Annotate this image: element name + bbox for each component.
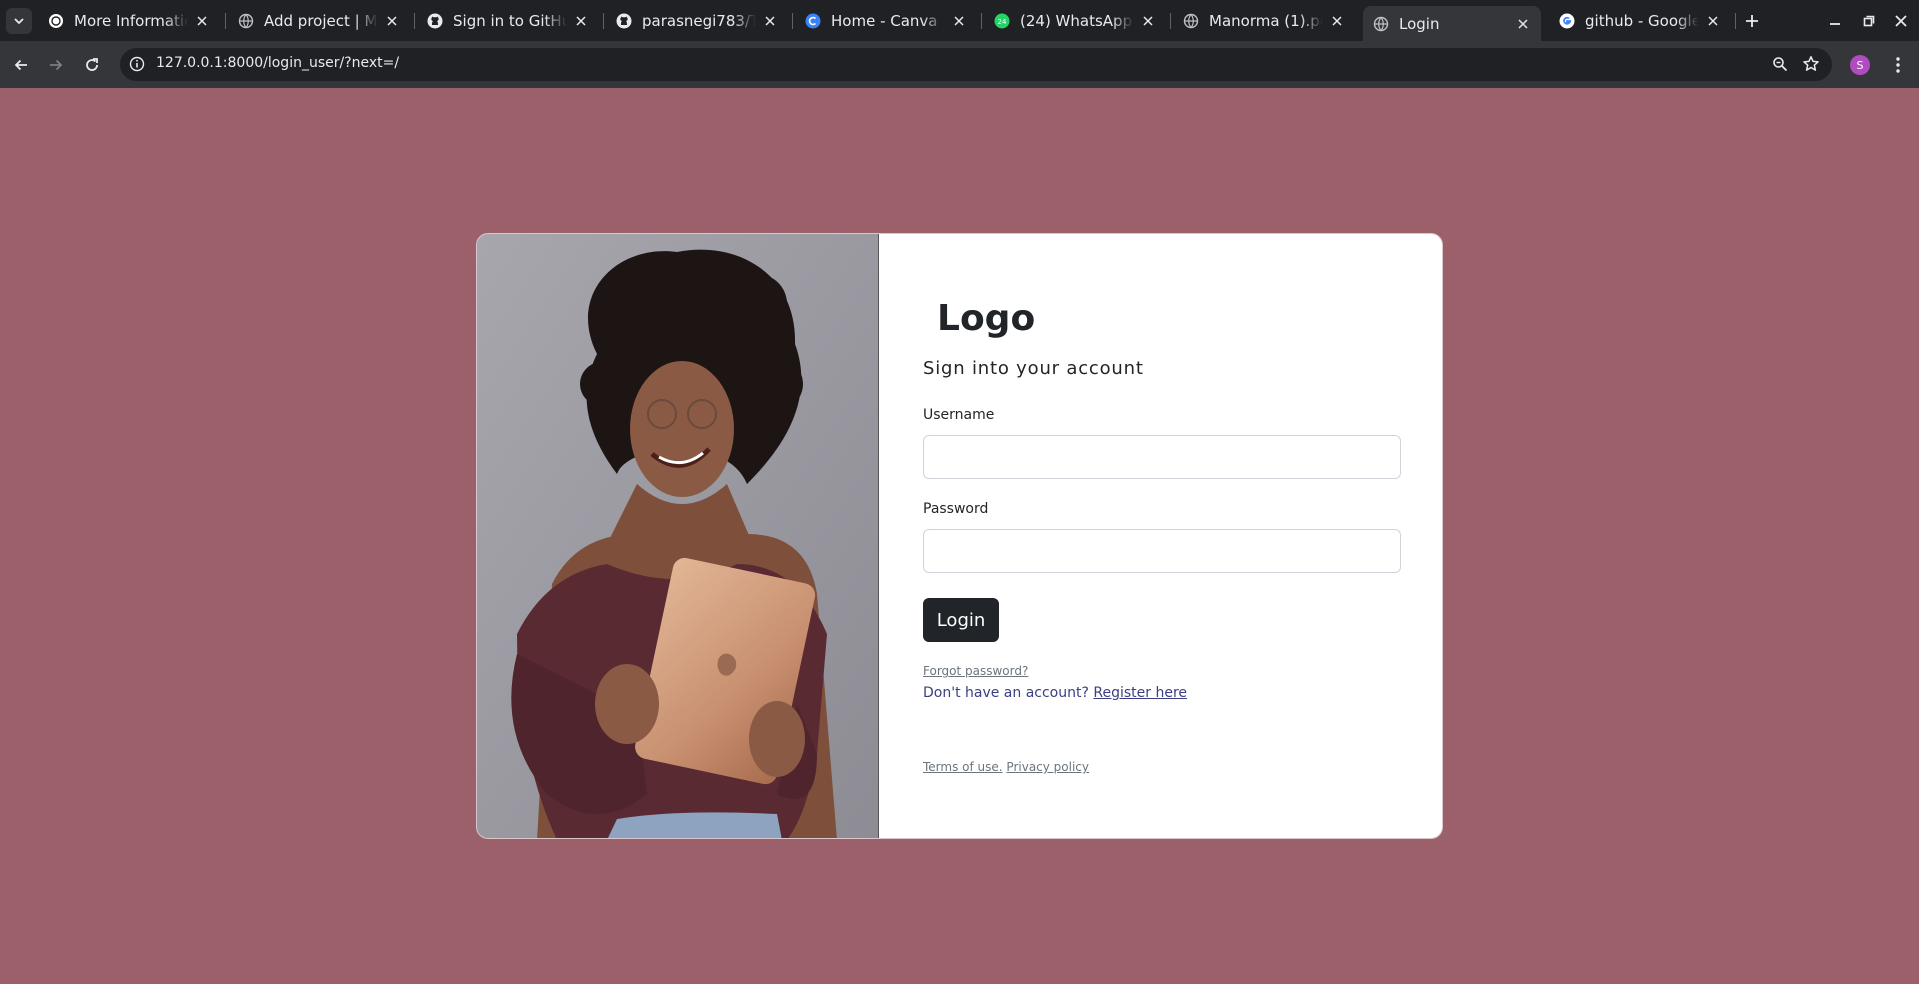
tab-parasnegi-repo[interactable]: parasnegi783/Ter [606, 6, 788, 35]
tab-separator [1170, 13, 1171, 29]
close-icon [1895, 15, 1907, 27]
login-card: Logo Sign into your account Username Pas… [476, 233, 1443, 839]
forward-button[interactable] [43, 52, 69, 78]
footer-links: Terms of use. Privacy policy [923, 760, 1089, 774]
tab-manorma-pdf[interactable]: Manorma (1).pdf [1173, 6, 1355, 35]
tab-strip: More Information Add project | MyP Sign … [0, 0, 1919, 41]
tab-title: Manorma (1).pdf [1209, 11, 1323, 30]
tab-google-search[interactable]: github - Google S [1549, 6, 1731, 35]
tab-separator [1735, 13, 1736, 29]
github-icon [616, 13, 632, 29]
forgot-password-link[interactable]: Forgot password? [923, 664, 1028, 678]
globe-icon [238, 13, 254, 29]
tab-separator [981, 13, 982, 29]
close-tab-icon[interactable] [1329, 13, 1345, 29]
chevron-down-icon [14, 18, 24, 25]
google-icon [1559, 13, 1575, 29]
tab-title: (24) WhatsApp [1020, 11, 1133, 30]
tab-separator [792, 13, 793, 29]
plus-icon [1746, 15, 1758, 27]
tab-more-information[interactable]: More Information [38, 6, 220, 35]
whatsapp-icon: 24 [994, 13, 1010, 29]
tab-separator [225, 13, 226, 29]
whatsapp-badge: 24 [998, 18, 1007, 26]
close-tab-icon[interactable] [194, 13, 210, 29]
minimize-icon [1830, 23, 1840, 25]
browser-menu-button[interactable] [1888, 53, 1908, 77]
woman-with-tablet-photo [477, 234, 879, 838]
close-tab-icon[interactable] [1140, 13, 1156, 29]
username-label: Username [923, 407, 995, 423]
browser-toolbar: 127.0.0.1:8000/login_user/?next=/ S [0, 41, 1919, 88]
no-account-text: Don't have an account? [923, 685, 1089, 701]
openai-icon [48, 13, 64, 29]
close-tab-icon[interactable] [384, 13, 400, 29]
tab-title: Login [1399, 14, 1440, 33]
tab-title: Home - Canva [831, 11, 938, 30]
tab-separator [603, 13, 604, 29]
password-input[interactable] [923, 529, 1401, 573]
close-tab-icon[interactable] [762, 13, 778, 29]
close-window-button[interactable] [1890, 10, 1912, 32]
new-tab-button[interactable] [1741, 10, 1763, 32]
register-prompt: Don't have an account? Register here [923, 685, 1187, 701]
restore-button[interactable] [1858, 10, 1880, 32]
tab-canva[interactable]: Home - Canva [795, 6, 977, 35]
zoom-icon[interactable] [1772, 56, 1788, 76]
tab-title: github - Google S [1585, 11, 1699, 30]
close-tab-icon[interactable] [951, 13, 967, 29]
bookmark-star-icon[interactable] [1802, 55, 1820, 77]
tab-title: parasnegi783/Ter [642, 11, 756, 30]
address-bar[interactable]: 127.0.0.1:8000/login_user/?next=/ [120, 48, 1832, 81]
restore-icon [1863, 15, 1875, 27]
tab-title: Sign in to GitHub [453, 11, 567, 30]
form-subtitle: Sign into your account [923, 358, 1144, 379]
tab-separator [414, 13, 415, 29]
tab-whatsapp[interactable]: 24 (24) WhatsApp [984, 6, 1166, 35]
close-tab-icon[interactable] [573, 13, 589, 29]
privacy-policy-link[interactable]: Privacy policy [1006, 760, 1089, 774]
arrow-left-icon [14, 59, 27, 71]
close-tab-icon[interactable] [1515, 16, 1531, 32]
tab-search-button[interactable] [6, 8, 32, 34]
username-input[interactable] [923, 435, 1401, 479]
github-icon [427, 13, 443, 29]
reload-button[interactable] [79, 52, 105, 78]
logo-text: Logo [937, 298, 1036, 339]
tab-title: More Information [74, 11, 188, 30]
reload-icon [86, 58, 98, 71]
login-button[interactable]: Login [923, 598, 999, 642]
info-icon[interactable] [129, 56, 145, 76]
canva-icon [805, 13, 821, 29]
profile-avatar[interactable]: S [1850, 55, 1870, 75]
globe-icon [1183, 13, 1199, 29]
password-label: Password [923, 501, 989, 517]
tab-title: Add project | MyP [264, 11, 378, 30]
register-link[interactable]: Register here [1093, 685, 1187, 701]
globe-icon [1373, 16, 1389, 32]
back-button[interactable] [8, 52, 34, 78]
arrow-right-icon [50, 59, 63, 71]
close-tab-icon[interactable] [1705, 13, 1721, 29]
login-form: Logo Sign into your account Username Pas… [879, 234, 1442, 838]
terms-of-use-link[interactable]: Terms of use. [923, 760, 1003, 774]
tab-github-signin[interactable]: Sign in to GitHub [417, 6, 599, 35]
tab-add-project[interactable]: Add project | MyP [228, 6, 410, 35]
tab-login-active[interactable]: Login [1363, 6, 1541, 41]
more-vertical-icon [1896, 57, 1900, 73]
minimize-button[interactable] [1824, 10, 1846, 32]
url-text[interactable]: 127.0.0.1:8000/login_user/?next=/ [156, 55, 399, 71]
